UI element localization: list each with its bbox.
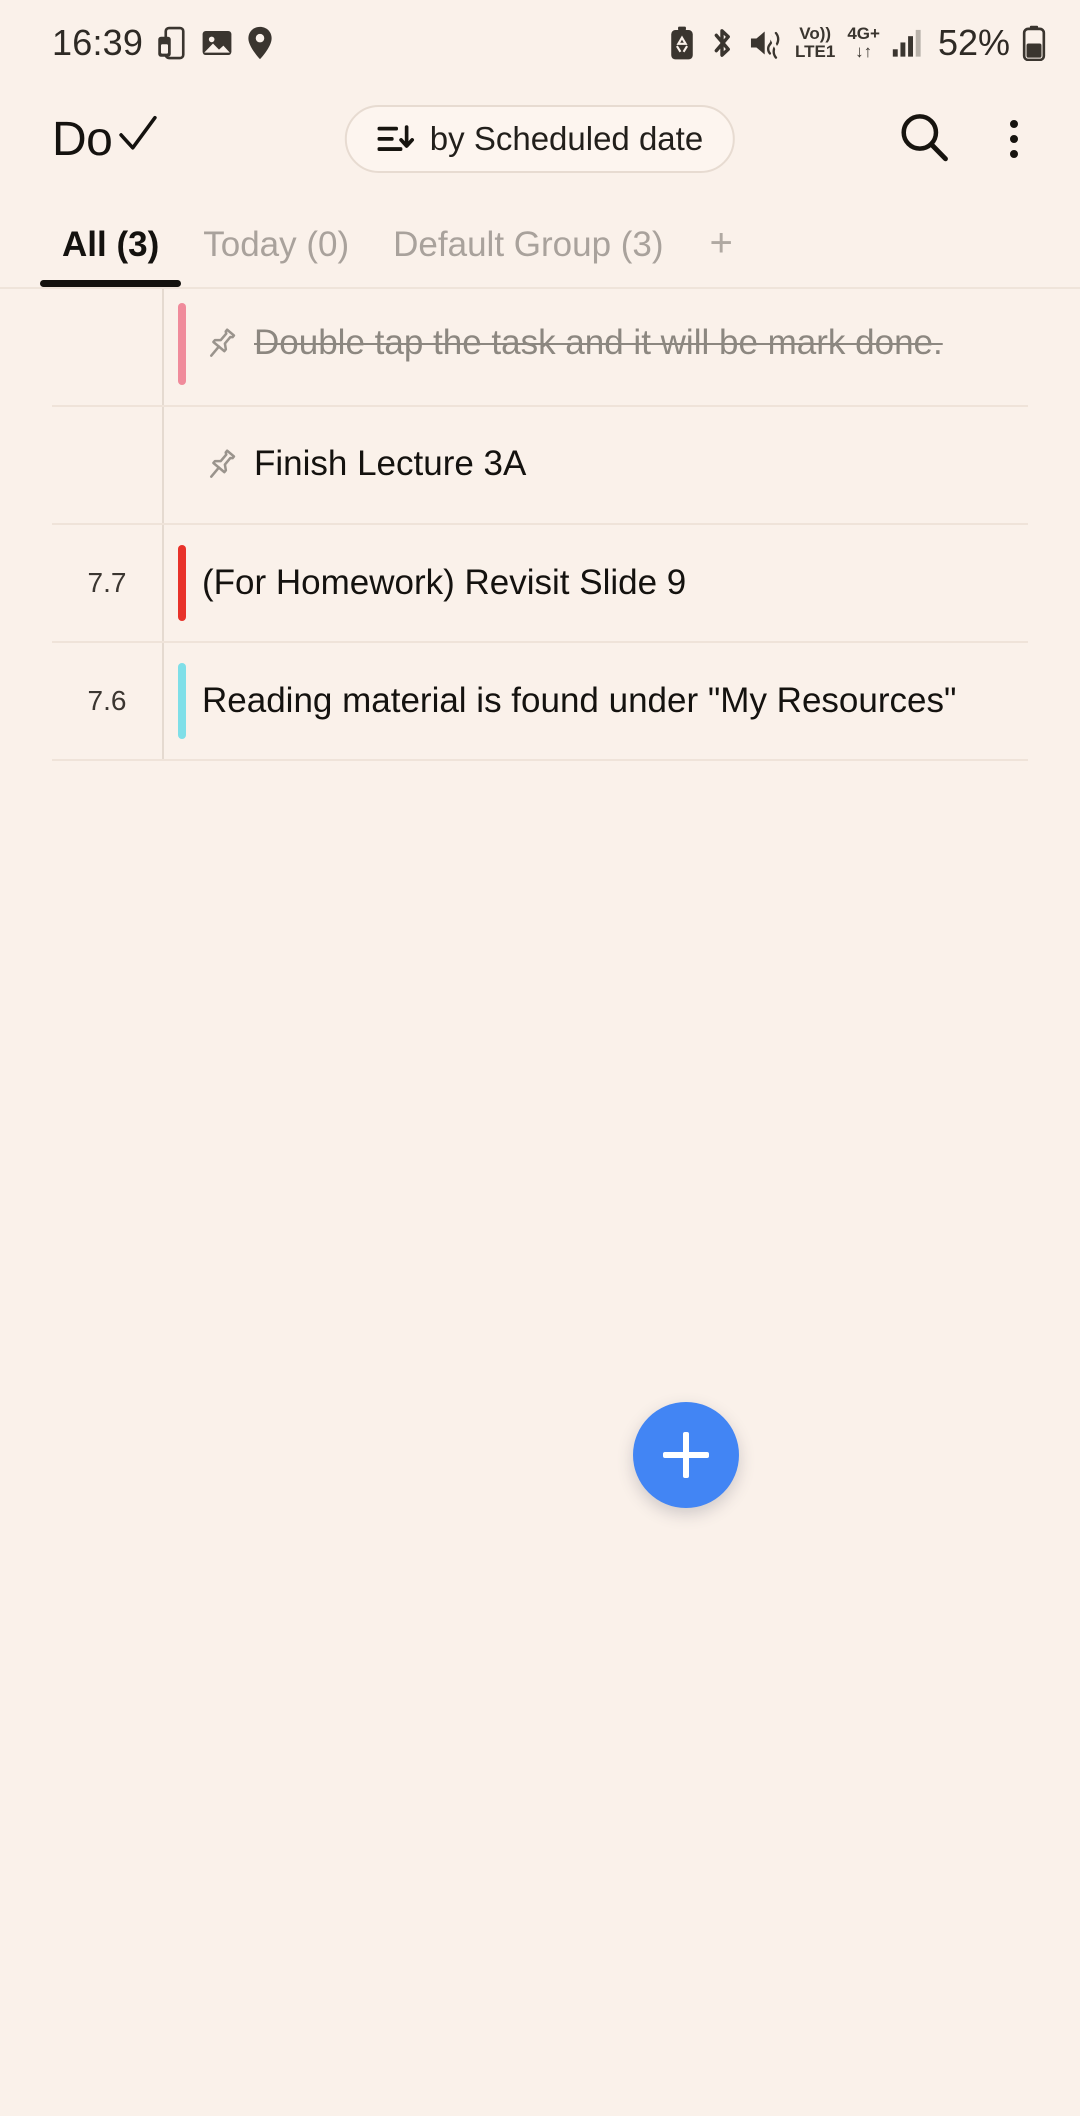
task-content: Double tap the task and it will be mark …: [186, 321, 957, 368]
task-accent-bar: [178, 427, 186, 503]
task-title: Finish Lecture 3A: [254, 443, 527, 483]
screen-mirror-icon: [157, 26, 187, 60]
tab-all-label: All (3): [62, 225, 160, 264]
mute-vibrate-icon: [749, 27, 783, 59]
task-date: 7.6: [87, 685, 127, 716]
sort-pill-label: by Scheduled date: [429, 120, 704, 157]
app-title: Do: [52, 112, 113, 166]
sort-descending-icon: [377, 122, 415, 156]
add-task-fab[interactable]: [633, 1402, 739, 1508]
battery-saver-icon: [669, 26, 695, 60]
app-bar: Do by Scheduled date: [0, 85, 1080, 193]
task-date: [52, 289, 162, 405]
network-type-indicator: 4G+ ↓↑: [847, 25, 880, 60]
task-content: Reading material is found under "My Reso…: [186, 679, 970, 723]
network-label-top: 4G+: [847, 24, 880, 43]
search-icon: [898, 111, 950, 168]
plus-icon: [663, 1432, 709, 1478]
task-date: [52, 407, 162, 523]
tab-default-group[interactable]: Default Group (3): [371, 225, 685, 287]
pin-icon: [202, 446, 240, 489]
task-accent-bar: [178, 663, 186, 739]
more-vertical-icon: [1010, 120, 1018, 158]
task-accent-bar: [178, 303, 186, 385]
task-row[interactable]: 7.7 (For Homework) Revisit Slide 9: [52, 525, 1028, 643]
task-list: Double tap the task and it will be mark …: [0, 289, 1080, 761]
check-icon: [118, 114, 158, 159]
location-pin-icon: [247, 26, 273, 60]
tab-default-group-label: Default Group (3): [393, 225, 664, 264]
bluetooth-icon: [707, 26, 737, 60]
search-button[interactable]: [892, 107, 956, 171]
app-bar-actions: [892, 107, 1046, 171]
task-date: 7.7: [87, 567, 127, 598]
status-bar: 16:39 Vo)) LTE1 4G+ ↓↑ 52%: [0, 0, 1080, 85]
task-accent-bar: [178, 545, 186, 621]
battery-icon: [1022, 25, 1046, 61]
task-title: (For Homework) Revisit Slide 9: [202, 562, 687, 602]
volte-label-bottom: LTE1: [795, 41, 836, 61]
overflow-menu-button[interactable]: [982, 107, 1046, 171]
task-content: (For Homework) Revisit Slide 9: [186, 561, 700, 605]
task-row[interactable]: Finish Lecture 3A: [52, 407, 1028, 525]
volte-indicator: Vo)) LTE1: [795, 25, 835, 60]
task-title: Double tap the task and it will be mark …: [254, 322, 943, 362]
task-content: Finish Lecture 3A: [186, 442, 540, 489]
tab-today[interactable]: Today (0): [181, 225, 371, 287]
status-bar-right: Vo)) LTE1 4G+ ↓↑ 52%: [669, 22, 1046, 64]
tab-today-label: Today (0): [203, 225, 350, 264]
sort-pill-button[interactable]: by Scheduled date: [344, 105, 736, 173]
app-logo: Do: [52, 112, 158, 167]
task-body: Finish Lecture 3A: [162, 407, 1028, 523]
task-title: Reading material is found under "My Reso…: [202, 680, 957, 720]
status-bar-clock: 16:39: [52, 21, 144, 63]
task-row[interactable]: 7.6 Reading material is found under "My …: [52, 643, 1028, 761]
status-bar-left: 16:39: [52, 22, 273, 64]
tab-bar: All (3) Today (0) Default Group (3) +: [0, 193, 1080, 289]
task-body: (For Homework) Revisit Slide 9: [162, 525, 1028, 641]
gallery-icon: [201, 27, 233, 59]
battery-percent-label: 52%: [937, 21, 1010, 63]
pin-icon: [202, 325, 240, 368]
add-tab-button[interactable]: +: [686, 223, 753, 287]
tab-all[interactable]: All (3): [40, 225, 182, 287]
task-row[interactable]: Double tap the task and it will be mark …: [52, 289, 1028, 407]
volte-label-top: Vo)): [799, 24, 832, 43]
network-data-arrows: ↓↑: [855, 41, 873, 61]
task-body: Double tap the task and it will be mark …: [162, 289, 1028, 405]
signal-bars-icon: [892, 28, 922, 58]
task-body: Reading material is found under "My Reso…: [162, 643, 1028, 759]
plus-icon: +: [709, 221, 733, 265]
